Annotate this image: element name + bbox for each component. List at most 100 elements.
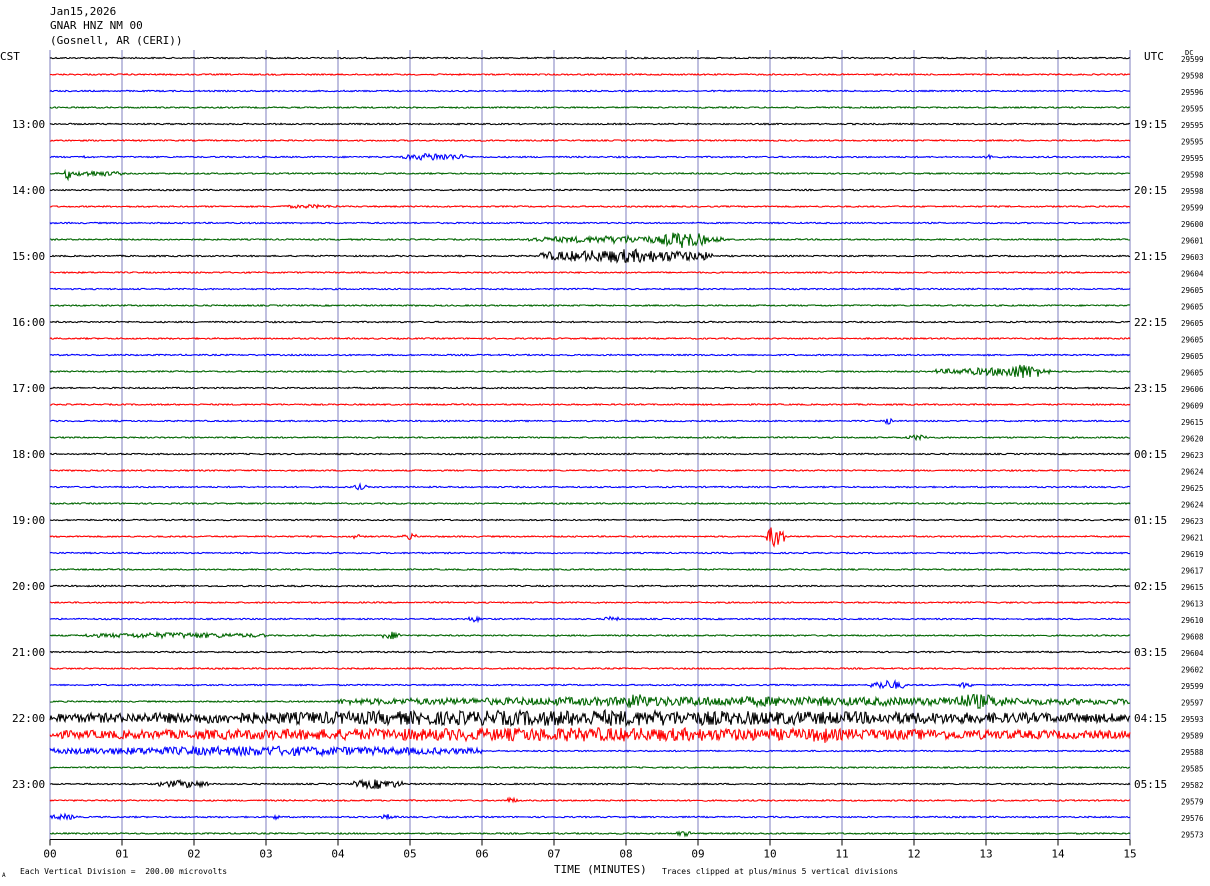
dc-value: 29599 xyxy=(1181,55,1204,64)
trace-line xyxy=(49,303,1131,308)
trace-line xyxy=(49,89,1131,93)
left-hour-label: 15:00 xyxy=(12,250,45,263)
dc-value: 29606 xyxy=(1181,385,1204,394)
dc-value: 29599 xyxy=(1181,682,1204,691)
helicorder-chart: 00 01 02 03 04 05 06 07 08 09 10 11 12 13 14 15 29599 295… xyxy=(12,50,1204,861)
grid xyxy=(49,50,1131,846)
trace-line xyxy=(49,796,1131,804)
x-tick-label: 04 xyxy=(331,848,345,861)
x-tick-label: 14 xyxy=(1051,848,1065,861)
trace-line xyxy=(49,168,1131,182)
trace-line xyxy=(49,452,1131,456)
dc-value: 29605 xyxy=(1181,286,1204,295)
trace-line xyxy=(49,812,1131,821)
dc-value: 29598 xyxy=(1181,171,1204,180)
trace-line xyxy=(49,402,1131,407)
x-tick-label: 08 xyxy=(619,848,632,861)
trace-line xyxy=(49,270,1131,275)
dc-value: 29619 xyxy=(1181,550,1204,559)
trace-line xyxy=(49,152,1131,162)
trace-line xyxy=(49,708,1131,728)
trace-line xyxy=(49,434,1131,442)
dc-value: 29582 xyxy=(1181,781,1204,790)
trace-line xyxy=(49,105,1131,110)
x-tick-label: 10 xyxy=(763,848,776,861)
x-tick-label: 13 xyxy=(979,848,992,861)
dc-value: 29623 xyxy=(1181,517,1204,526)
dc-value: 29596 xyxy=(1181,88,1204,97)
trace-line xyxy=(49,56,1131,60)
trace-line xyxy=(49,364,1131,379)
trace-line xyxy=(49,630,1131,640)
trace-line xyxy=(49,417,1131,425)
dc-value: 29608 xyxy=(1181,633,1204,642)
right-hour-label: 01:15 xyxy=(1134,514,1167,527)
trace-line xyxy=(49,615,1131,624)
dc-value: 29605 xyxy=(1181,336,1204,345)
trace-line xyxy=(49,72,1131,77)
trace-line xyxy=(49,122,1131,126)
dc-value: 29604 xyxy=(1181,270,1204,279)
x-tick-label: 01 xyxy=(115,848,128,861)
dc-value: 29602 xyxy=(1181,666,1204,675)
trace-line xyxy=(49,726,1131,743)
x-tick-label: 12 xyxy=(907,848,920,861)
dc-value: 29603 xyxy=(1181,253,1204,262)
x-tick-label: 00 xyxy=(43,848,56,861)
trace-line xyxy=(49,765,1131,770)
dc-value: 29624 xyxy=(1181,501,1204,510)
right-hour-label: 19:15 xyxy=(1134,118,1167,131)
trace-line xyxy=(49,203,1131,210)
dc-value: 29598 xyxy=(1181,72,1204,81)
dc-value: 29620 xyxy=(1181,435,1204,444)
dc-value: 29615 xyxy=(1181,583,1204,592)
dc-value: 29615 xyxy=(1181,418,1204,427)
right-hour-label: 02:15 xyxy=(1134,580,1167,593)
dc-value: 29610 xyxy=(1181,616,1204,625)
right-hour-label: 20:15 xyxy=(1134,184,1167,197)
dc-value: 29595 xyxy=(1181,154,1204,163)
x-tick-label: 09 xyxy=(691,848,704,861)
x-tick-label: 05 xyxy=(403,848,416,861)
dc-value: 29601 xyxy=(1181,237,1204,246)
right-hour-label: 04:15 xyxy=(1134,712,1167,725)
trace-line xyxy=(50,584,1131,588)
dc-value: 29605 xyxy=(1181,352,1204,361)
left-hour-label: 23:00 xyxy=(12,778,45,791)
dc-value: 29605 xyxy=(1181,369,1204,378)
left-hour-label: 21:00 xyxy=(12,646,45,659)
dc-value: 29579 xyxy=(1181,798,1204,807)
dc-value: 29573 xyxy=(1181,831,1204,840)
left-hour-label: 18:00 xyxy=(12,448,45,461)
trace-line xyxy=(49,527,1131,548)
trace-line xyxy=(49,693,1131,709)
right-hour-label: 05:15 xyxy=(1134,778,1167,791)
dc-value: 29595 xyxy=(1181,138,1204,147)
right-hour-label: 00:15 xyxy=(1134,448,1167,461)
left-hour-label: 16:00 xyxy=(12,316,45,329)
x-tick-label: 15 xyxy=(1123,848,1136,861)
traces xyxy=(49,56,1131,838)
left-hour-label: 22:00 xyxy=(12,712,45,725)
right-hour-label: 21:15 xyxy=(1134,250,1167,263)
dc-value: 29597 xyxy=(1181,699,1204,708)
trace-line xyxy=(49,679,1131,690)
trace-line xyxy=(49,518,1131,522)
dc-value: 29589 xyxy=(1181,732,1204,741)
dc-value: 29585 xyxy=(1181,765,1204,774)
logo-mark: A xyxy=(2,872,6,879)
x-axis-title: TIME (MINUTES) xyxy=(554,863,647,876)
dc-value: 29605 xyxy=(1181,303,1204,312)
x-tick-label: 03 xyxy=(259,848,272,861)
dc-value: 29598 xyxy=(1181,187,1204,196)
trace-line xyxy=(49,778,1131,790)
trace-line xyxy=(49,138,1131,143)
dc-value: 29625 xyxy=(1181,484,1204,493)
scale-note: Each Vertical Division = 200.00 microvol… xyxy=(20,867,228,876)
trace-line xyxy=(49,551,1130,555)
left-hour-label: 13:00 xyxy=(12,118,45,131)
trace-line xyxy=(49,232,1131,248)
dc-value: 29576 xyxy=(1181,814,1204,823)
labels: 00 01 02 03 04 05 06 07 08 09 10 11 12 13 14 15 29599 295… xyxy=(12,55,1204,861)
trace-line xyxy=(49,188,1130,192)
